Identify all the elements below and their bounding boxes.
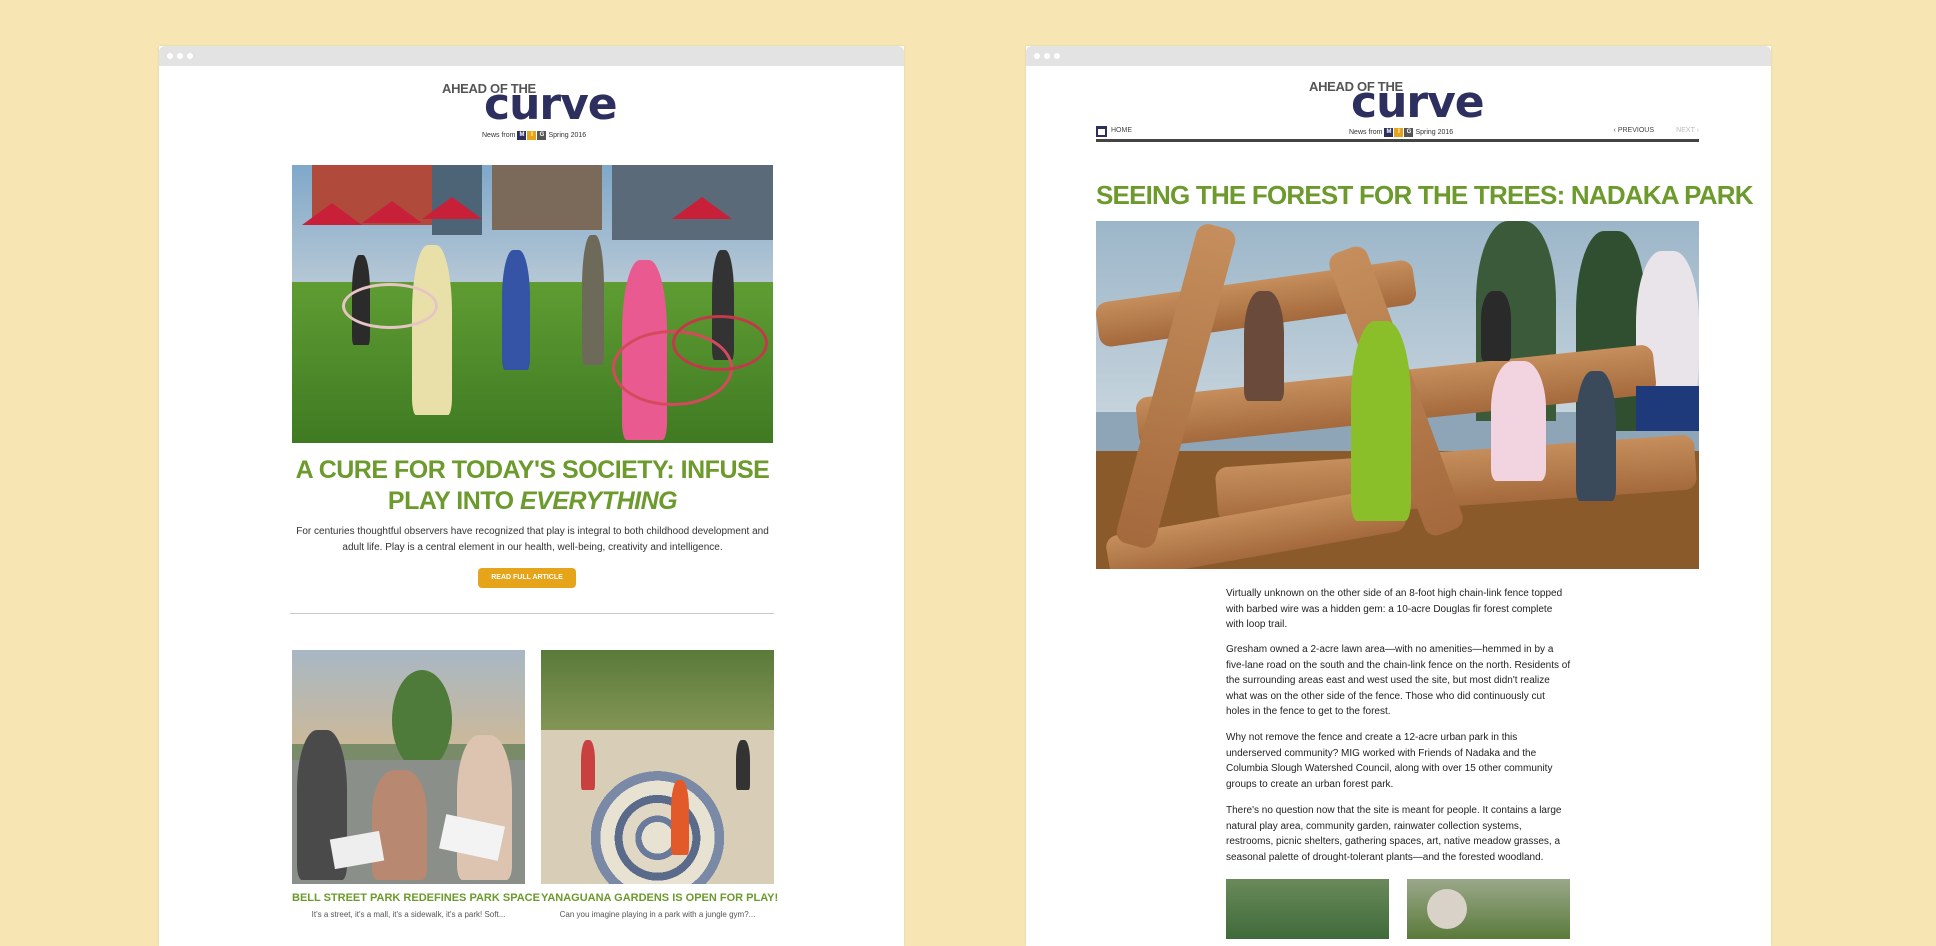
mig-logo: MIG <box>517 131 547 140</box>
newsletter-window-left: AHEAD OF THE curve News from MIG Spring … <box>159 46 904 946</box>
home-icon[interactable] <box>1096 126 1107 137</box>
brand-word: curve <box>484 79 618 130</box>
newsletter-window-right: AHEAD OF THE curve News from MIG Spring … <box>1026 46 1771 946</box>
card-title-bell-street[interactable]: BELL STREET PARK REDEFINES PARK SPACE <box>292 892 540 904</box>
article-paragraph-3: Why not remove the fence and create a 12… <box>1226 732 1553 790</box>
read-full-article-button[interactable]: READ FULL ARTICLE <box>478 568 576 588</box>
window-titlebar <box>159 46 904 66</box>
article-photo-garden[interactable] <box>1407 879 1570 939</box>
window-controls[interactable] <box>167 53 193 59</box>
card-photo-yanaguana[interactable] <box>541 650 774 884</box>
article-paragraph-2: Gresham owned a 2-acre lawn area—with no… <box>1226 644 1571 717</box>
nav-previous-link[interactable]: ‹ PREVIOUS <box>1614 127 1654 134</box>
article-paragraph-1: Virtually unknown on the other side of a… <box>1226 588 1563 630</box>
window-titlebar <box>1026 46 1771 66</box>
card-title-yanaguana[interactable]: YANAGUANA GARDENS IS OPEN FOR PLAY! <box>541 892 778 904</box>
brand-logo[interactable]: AHEAD OF THE curve News from MIG Spring … <box>442 81 642 141</box>
brand-sub-prefix: News from <box>482 132 516 139</box>
article-photo-forest[interactable] <box>1226 879 1389 939</box>
nav-next-link[interactable]: NEXT › <box>1676 127 1699 134</box>
brand-subline: News from MIG Spring 2016 <box>482 131 586 140</box>
divider <box>290 613 774 614</box>
brand-sub-suffix: Spring 2016 <box>548 132 587 139</box>
nav-home-link[interactable]: HOME <box>1111 127 1132 134</box>
brand-word: curve <box>1351 77 1485 128</box>
hero-title[interactable]: A CURE FOR TODAY'S SOCIETY: INFUSE PLAY … <box>292 455 773 517</box>
article-navbar: HOME ‹ PREVIOUS NEXT › <box>1096 125 1699 142</box>
article-title: SEEING THE FOREST FOR THE TREES: NADAKA … <box>1096 180 1754 210</box>
hero-photo-nadaka-play[interactable] <box>1096 221 1699 569</box>
hero-photo-hula-hoop[interactable] <box>292 165 773 443</box>
hero-title-em: EVERYTHING <box>520 487 678 515</box>
nav-next-label: NEXT <box>1676 127 1695 134</box>
card-photo-bell-street[interactable] <box>292 650 525 884</box>
hero-summary: For centuries thoughtful observers have … <box>296 526 769 553</box>
nav-previous-label: PREVIOUS <box>1617 127 1654 134</box>
article-paragraph-4: There's no question now that the site is… <box>1226 805 1562 863</box>
window-controls[interactable] <box>1034 53 1060 59</box>
